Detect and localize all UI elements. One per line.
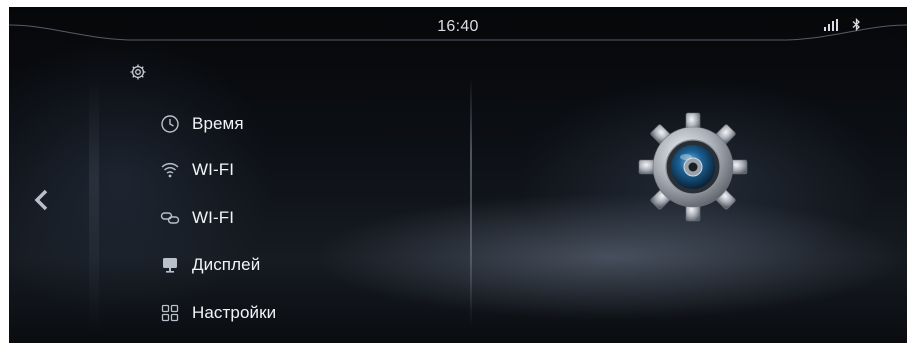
menu-item-wifi[interactable]: WI-FI <box>159 155 459 185</box>
menu-item-time[interactable]: Время <box>159 109 459 139</box>
settings-screen: 16:40 Время WI-FI WI-FI Дисплей Настройк… <box>9 7 907 343</box>
display-icon <box>159 254 181 276</box>
wifi-icon <box>159 159 181 181</box>
settings-gear-illustration <box>638 112 748 222</box>
menu-item-label: Время <box>192 114 244 133</box>
status-bar: 16:40 <box>9 7 907 47</box>
panel-divider <box>470 77 472 327</box>
clock-icon <box>159 113 181 135</box>
back-button[interactable] <box>29 185 55 215</box>
panel-edge <box>89 77 99 337</box>
status-icons <box>824 18 861 31</box>
menu-item-wifi-connection[interactable]: WI-FI <box>159 203 459 233</box>
link-icon <box>159 207 181 229</box>
menu-item-settings[interactable]: Настройки <box>159 298 459 328</box>
signal-icon <box>824 18 838 31</box>
menu-item-label: WI-FI <box>192 160 235 179</box>
menu-item-label: WI-FI <box>192 208 235 227</box>
gear-icon[interactable] <box>129 63 147 81</box>
bluetooth-icon <box>852 18 860 31</box>
clock-time: 16:40 <box>437 18 479 35</box>
menu-item-label: Настройки <box>192 303 277 322</box>
menu-item-label: Дисплей <box>192 255 261 274</box>
menu-item-display[interactable]: Дисплей <box>159 250 459 280</box>
grid-icon <box>159 302 181 324</box>
